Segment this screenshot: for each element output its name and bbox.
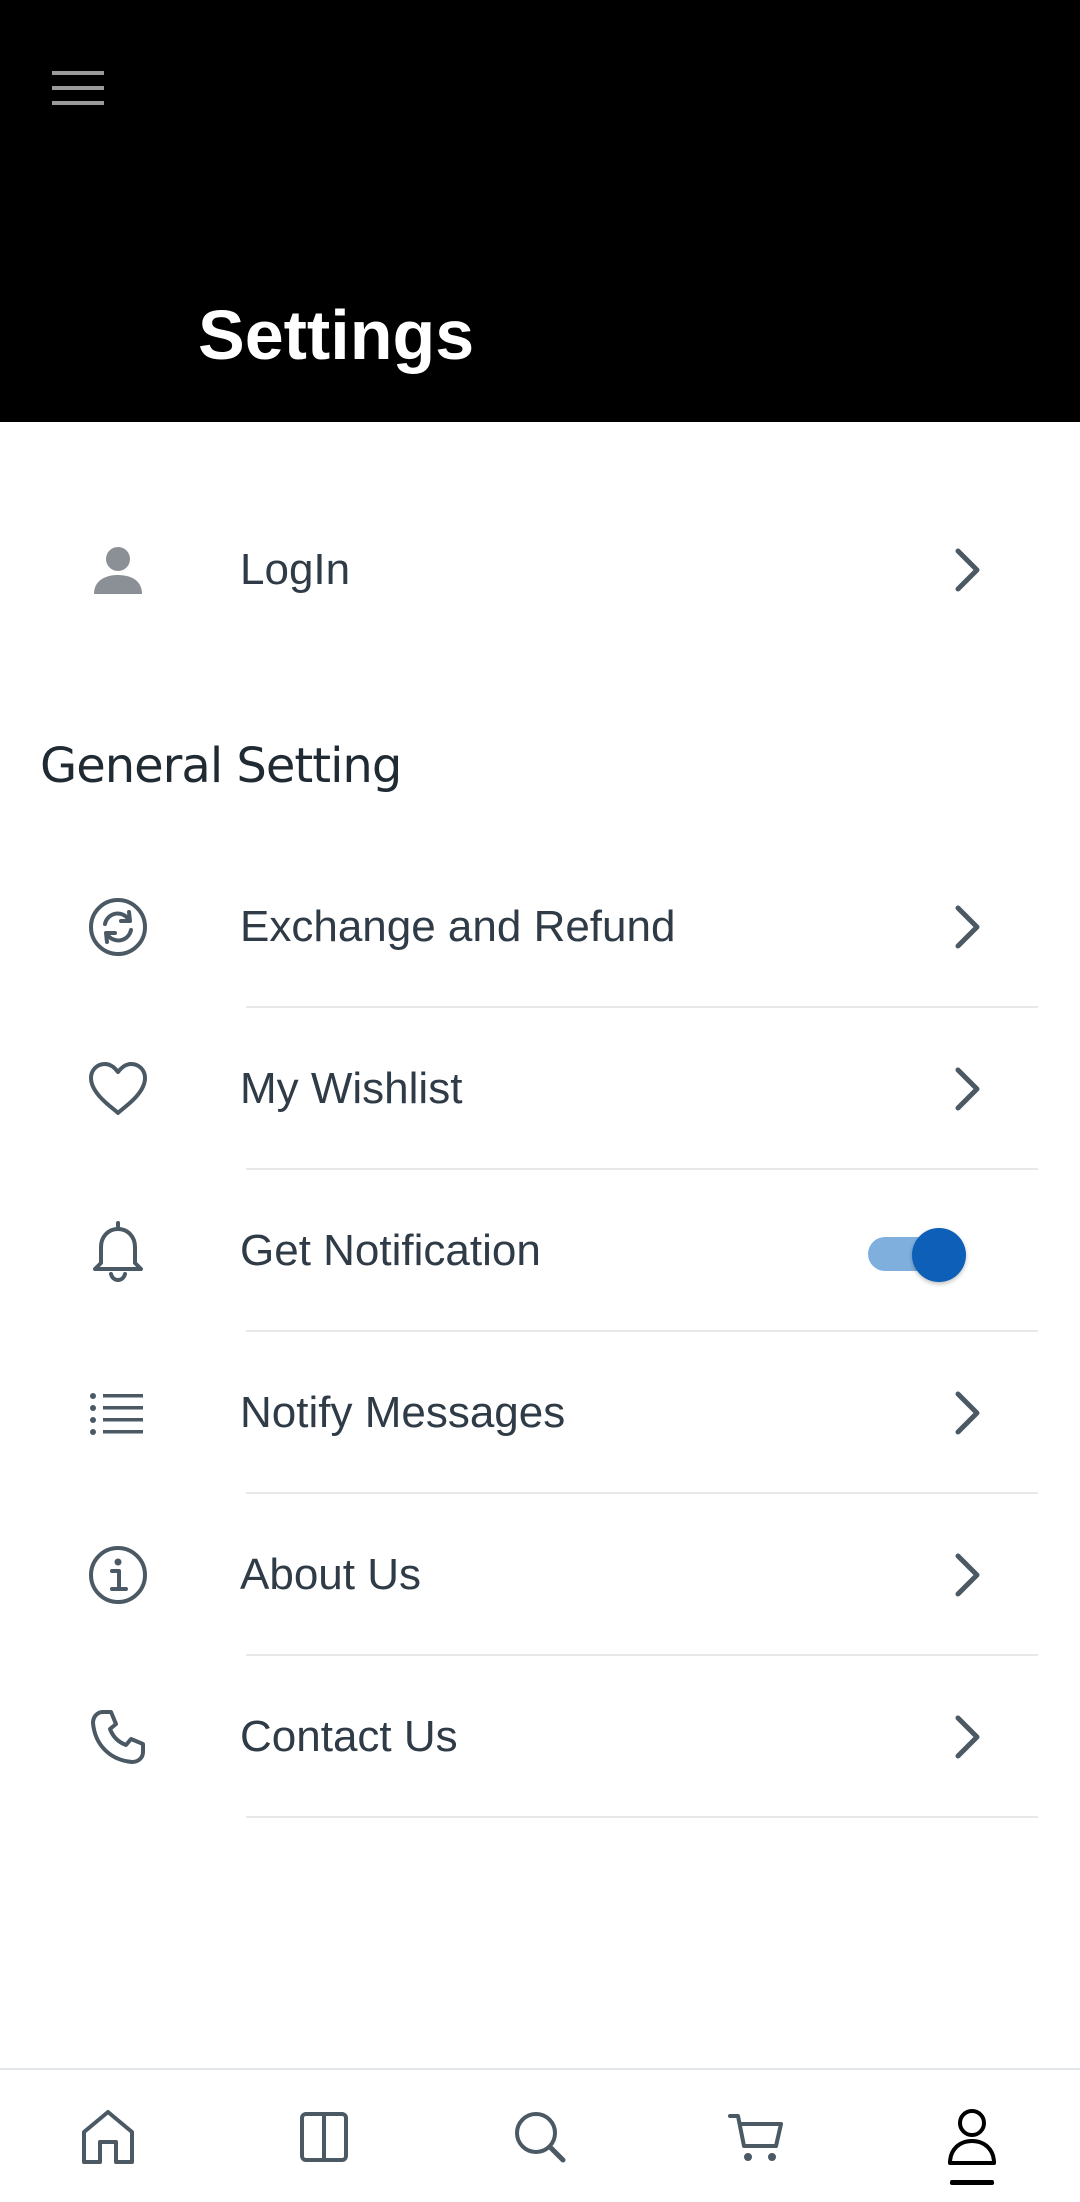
setting-label: Get Notification: [240, 1226, 541, 1275]
bell-icon: [82, 1215, 154, 1287]
hamburger-menu-icon: [52, 71, 104, 105]
settings-screen: Settings LogIn General Setting Exchange …: [0, 0, 1080, 2202]
setting-label: My Wishlist: [240, 1064, 463, 1113]
setting-my-wishlist[interactable]: My Wishlist: [0, 1008, 1080, 1170]
categories-icon: [300, 2112, 348, 2162]
toggle-knob: [912, 1228, 966, 1282]
chevron-right-icon: [944, 1545, 992, 1605]
list-icon: [82, 1377, 154, 1449]
setting-label: About Us: [240, 1550, 421, 1599]
nav-categories[interactable]: [264, 2077, 384, 2197]
info-circle-icon: [82, 1539, 154, 1611]
search-icon: [515, 2112, 566, 2163]
person-icon: [82, 534, 154, 606]
bottom-navigation: [0, 2068, 1080, 2202]
nav-search[interactable]: [480, 2077, 600, 2197]
cart-icon: [728, 2114, 783, 2161]
nav-home[interactable]: [48, 2077, 168, 2197]
notification-toggle[interactable]: [866, 1228, 970, 1282]
setting-exchange-and-refund[interactable]: Exchange and Refund: [0, 846, 1080, 1008]
login-label: LogIn: [240, 545, 351, 594]
setting-contact-us[interactable]: Contact Us: [0, 1656, 1080, 1818]
login-row[interactable]: LogIn: [0, 490, 1080, 650]
nav-cart[interactable]: [696, 2077, 816, 2197]
setting-label: Notify Messages: [240, 1388, 566, 1437]
refresh-circle-icon: [82, 891, 154, 963]
phone-icon: [82, 1701, 154, 1773]
setting-label: Exchange and Refund: [240, 902, 676, 951]
profile-icon: [948, 2109, 996, 2165]
home-icon: [82, 2110, 134, 2164]
general-settings-list: Exchange and Refund My Wishlist Get Noti…: [0, 846, 1080, 1818]
heart-icon: [82, 1053, 154, 1125]
chevron-right-icon: [944, 1383, 992, 1443]
chevron-right-icon: [944, 897, 992, 957]
page-title: Settings: [198, 296, 475, 374]
setting-get-notification: Get Notification: [0, 1170, 1080, 1332]
chevron-right-icon: [944, 1707, 992, 1767]
active-tab-indicator: [950, 2180, 994, 2185]
chevron-right-icon: [944, 540, 992, 600]
nav-profile[interactable]: [912, 2077, 1032, 2197]
divider: [246, 1816, 1038, 1818]
menu-button[interactable]: [40, 56, 116, 120]
app-header: Settings: [0, 0, 1080, 422]
setting-about-us[interactable]: About Us: [0, 1494, 1080, 1656]
setting-label: Contact Us: [240, 1712, 458, 1761]
setting-notify-messages[interactable]: Notify Messages: [0, 1332, 1080, 1494]
chevron-right-icon: [944, 1059, 992, 1119]
section-title-general-setting: General Setting: [40, 738, 402, 794]
